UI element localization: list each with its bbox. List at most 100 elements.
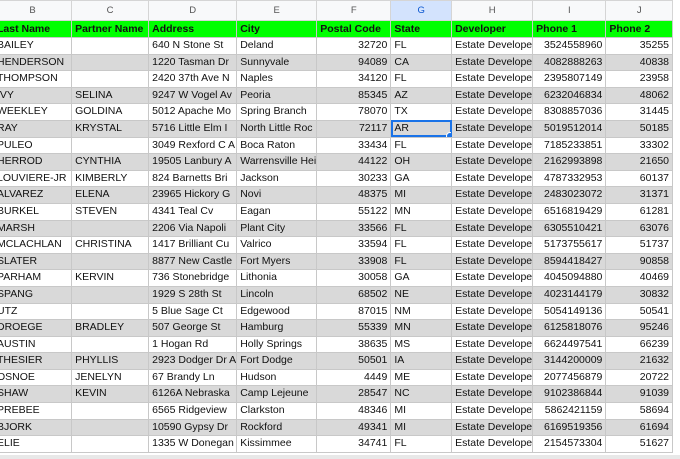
cell-last-name[interactable]: PULEO [0,136,73,155]
cell-state[interactable]: MI [390,402,453,420]
cell-phone-1[interactable]: 5019512014 [532,119,607,138]
cell-last-name[interactable]: AUSTIN [0,335,73,354]
cell-city[interactable]: Eagan [236,202,318,221]
cell-city[interactable]: Warrensville Hei [236,153,318,171]
cell-developer[interactable]: Estate Develope [451,236,534,254]
cell-developer[interactable]: Estate Develope [451,186,534,204]
cell-postal-code[interactable]: 55339 [316,319,392,337]
horizontal-scrollbar[interactable] [0,455,680,459]
cell-state[interactable]: NC [390,385,453,404]
cell-address[interactable]: 1220 Tasman Dr [148,53,238,72]
cell-partner-name[interactable]: KERVIN [71,269,150,287]
cell-address[interactable]: 6126A Nebraska [148,385,238,404]
cell-city[interactable]: Camp Lejeune [236,385,318,404]
cell-developer[interactable]: Estate Develope [451,269,534,287]
cell-postal-code[interactable]: 50501 [316,352,392,370]
cell-state[interactable]: NM [390,302,453,321]
cell-partner-name[interactable]: PHYLLIS [71,352,150,370]
cell-postal-code[interactable]: 33594 [316,236,392,254]
cell-postal-code[interactable]: 78070 [316,103,392,121]
cell-developer[interactable]: Estate Develope [451,285,534,304]
column-header-f[interactable]: F [316,0,392,21]
cell-city[interactable]: Novi [236,186,318,204]
cell-phone-1[interactable]: 6169519356 [532,418,607,437]
cell-address[interactable]: 6565 Ridgeview [148,402,238,420]
cell-phone-1[interactable]: 2483023072 [532,186,607,204]
cell-address[interactable]: 1 Hogan Rd [148,335,238,354]
cell-city[interactable]: North Little Roc [236,119,318,138]
cell-city[interactable]: Rockford [236,418,318,437]
cell-phone-1[interactable]: 7185233851 [532,136,607,155]
cell-developer[interactable]: Estate Develope [451,219,534,238]
cell-state[interactable]: FL [390,136,453,155]
cell-last-name[interactable]: SPANG [0,285,73,304]
cell-phone-1[interactable]: 6305510421 [532,219,607,238]
cell-partner-name[interactable]: SELINA [71,86,150,105]
cell-partner-name[interactable]: CHRISTINA [71,236,150,254]
cell-developer[interactable]: Estate Develope [451,319,534,337]
cell-city[interactable]: Plant City [236,219,318,238]
column-header-i[interactable]: I [532,0,607,21]
cell-last-name[interactable]: MCLACHLAN [0,236,73,254]
cell-phone-1[interactable]: 4787332953 [532,169,607,188]
cell-city[interactable]: Jackson [236,169,318,188]
cell-phone-2[interactable]: 60137 [605,169,673,188]
cell-partner-name[interactable]: CYNTHIA [71,153,150,171]
cell-postal-code[interactable]: 33566 [316,219,392,238]
cell-last-name[interactable]: OSNOE [0,368,73,387]
cell-developer[interactable]: Estate Develope [451,136,534,155]
cell-partner-name[interactable] [71,70,150,88]
cell-phone-2[interactable]: 31445 [605,103,673,121]
cell-last-name[interactable]: RAY [0,119,73,138]
cell-city[interactable]: Edgewood [236,302,318,321]
cell-last-name[interactable]: PARHAM [0,269,73,287]
header-cell[interactable]: Phone 2 [605,20,673,38]
cell-address[interactable]: 4341 Teal Cv [148,202,238,221]
cell-city[interactable]: Kissimmee [236,435,318,453]
cell-partner-name[interactable]: KEVIN [71,385,150,404]
cell-phone-2[interactable]: 48062 [605,86,673,105]
cell-partner-name[interactable] [71,335,150,354]
cell-last-name[interactable]: HERROD [0,153,73,171]
cell-developer[interactable]: Estate Develope [451,70,534,88]
cell-last-name[interactable]: MARSH [0,219,73,238]
cell-partner-name[interactable]: KRYSTAL [71,119,150,138]
cell-phone-1[interactable]: 2154573304 [532,435,607,453]
cell-state[interactable]: AR [390,119,453,138]
cell-phone-1[interactable]: 2395807149 [532,70,607,88]
cell-postal-code[interactable]: 30058 [316,269,392,287]
cell-last-name[interactable]: SHAW [0,385,73,404]
cell-address[interactable]: 23965 Hickory G [148,186,238,204]
cell-phone-2[interactable]: 90858 [605,252,673,271]
header-cell[interactable]: City [236,20,318,38]
header-cell[interactable]: Postal Code [316,20,392,38]
cell-phone-2[interactable]: 91039 [605,385,673,404]
cell-city[interactable]: Holly Springs [236,335,318,354]
cell-partner-name[interactable]: BRADLEY [71,319,150,337]
cell-postal-code[interactable]: 49341 [316,418,392,437]
cell-city[interactable]: Valrico [236,236,318,254]
cell-developer[interactable]: Estate Develope [451,169,534,188]
cell-address[interactable]: 8877 New Castle [148,252,238,271]
cell-phone-2[interactable]: 35255 [605,37,673,55]
cell-postal-code[interactable]: 44122 [316,153,392,171]
cell-phone-2[interactable]: 61281 [605,202,673,221]
cell-last-name[interactable]: BURKEL [0,202,73,221]
cell-phone-1[interactable]: 5054149136 [532,302,607,321]
cell-state[interactable]: MN [390,202,453,221]
cell-postal-code[interactable]: 55122 [316,202,392,221]
cell-developer[interactable]: Estate Develope [451,86,534,105]
column-header-h[interactable]: H [451,0,534,21]
cell-postal-code[interactable]: 4449 [316,368,392,387]
cell-partner-name[interactable] [71,53,150,72]
cell-phone-2[interactable]: 58694 [605,402,673,420]
cell-phone-2[interactable]: 50541 [605,302,673,321]
cell-city[interactable]: Boca Raton [236,136,318,155]
cell-address[interactable]: 3049 Rexford C A [148,136,238,155]
cell-developer[interactable]: Estate Develope [451,402,534,420]
cell-state[interactable]: FL [390,219,453,238]
cell-state[interactable]: ME [390,368,453,387]
fill-handle[interactable] [446,131,451,137]
cell-postal-code[interactable]: 28547 [316,385,392,404]
cell-address[interactable]: 2420 37th Ave N [148,70,238,88]
